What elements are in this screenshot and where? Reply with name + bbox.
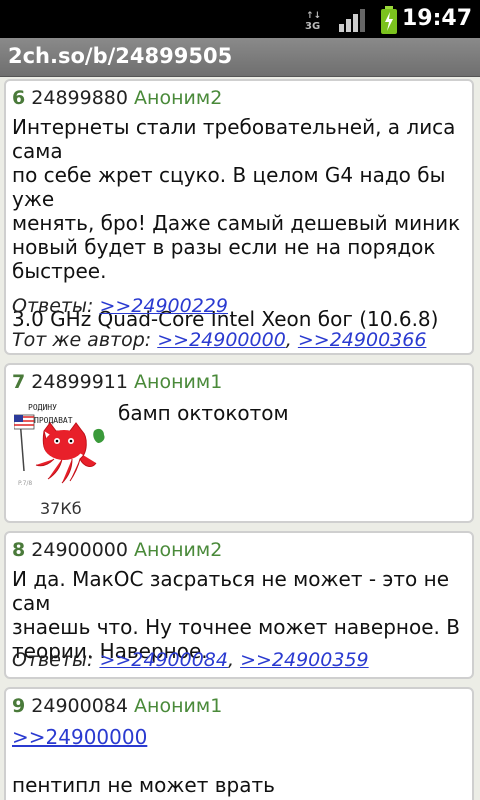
post-id: 24899911 xyxy=(31,371,128,393)
post-body-line: быстрее. xyxy=(12,259,107,283)
post-id: 24899880 xyxy=(31,87,128,109)
post-card[interactable]: 9 24900084 Аноним1 >>24900000 пентипл не… xyxy=(4,687,474,800)
post-author: Аноним2 xyxy=(134,87,223,109)
post-id: 24900000 xyxy=(31,539,128,561)
reply-link[interactable]: >>24900084 xyxy=(99,649,228,671)
post-author: Аноним1 xyxy=(134,371,223,393)
svg-text:↑↓: ↑↓ xyxy=(306,11,321,21)
post-number: 8 xyxy=(12,539,26,561)
network-3g-icon: ↑↓ 3G xyxy=(305,11,321,31)
post-header: 8 24900000 Аноним2 xyxy=(12,539,222,561)
title-bar: 2ch.so/b/24899505 xyxy=(0,38,480,77)
link-separator: , xyxy=(285,329,292,351)
svg-text:РОДИНУ: РОДИНУ xyxy=(28,403,57,412)
post-body-line: по себе жрет сцуко. В целом G4 надо бы у… xyxy=(12,163,446,211)
post-number: 9 xyxy=(12,695,26,717)
post-body-line: менять, бро! Даже самый дешевый миник xyxy=(12,211,461,235)
post-id: 24900084 xyxy=(31,695,128,717)
status-bar: ↑↓ 3G 19:47 xyxy=(0,0,480,38)
replies-label: Ответы: xyxy=(12,295,94,317)
replies-row: Ответы: >>24900229 xyxy=(12,295,228,317)
same-author-row: Тот же автор: >>24900000, >>24900366 xyxy=(12,329,426,351)
post-author: Аноним1 xyxy=(134,695,223,717)
post-body: бамп октокотом xyxy=(118,401,289,425)
svg-text:P.7/8: P.7/8 xyxy=(18,480,32,487)
post-body-line: знаешь что. Ну точнее может наверное. В xyxy=(12,615,460,639)
post-header: 7 24899911 Аноним1 xyxy=(12,371,222,393)
image-size: 37Кб xyxy=(40,499,82,518)
post-author: Аноним2 xyxy=(134,539,223,561)
octocat-thumbnail-image[interactable]: РОДИНУ ПРОДАВАТ P.7/8 xyxy=(14,401,114,491)
post-header: 6 24899880 Аноним2 xyxy=(12,87,222,109)
post-card[interactable]: 6 24899880 Аноним2 Интернеты стали требо… xyxy=(4,79,474,355)
reply-link[interactable]: >>24900359 xyxy=(240,649,369,671)
signal-strength-icon xyxy=(339,9,365,32)
same-author-link[interactable]: >>24900366 xyxy=(298,329,427,351)
battery-charging-icon xyxy=(381,6,397,34)
replies-label: Ответы: xyxy=(12,649,94,671)
reply-link[interactable]: >>24900229 xyxy=(99,295,228,317)
post-card[interactable]: 7 24899911 Аноним1 РОДИНУ ПРОДАВАТ P.7/8… xyxy=(4,363,474,523)
post-number: 7 xyxy=(12,371,26,393)
post-body-line: новый будет в разы если не на порядок xyxy=(12,235,436,259)
replies-row: Ответы: >>24900084, >>24900359 xyxy=(12,649,369,671)
post-number: 6 xyxy=(12,87,26,109)
thread-url-title: 2ch.so/b/24899505 xyxy=(8,44,233,68)
post-card[interactable]: 8 24900000 Аноним2 И да. МакОС засраться… xyxy=(4,531,474,679)
post-body-line: Интернеты стали требовательней, а лиса с… xyxy=(12,115,456,163)
network-label: 3G xyxy=(305,21,320,31)
post-list[interactable]: 6 24899880 Аноним2 Интернеты стали требо… xyxy=(0,77,480,800)
same-author-link[interactable]: >>24900000 xyxy=(157,329,286,351)
svg-text:ПРОДАВАТ: ПРОДАВАТ xyxy=(34,416,73,425)
post-body: >>24900000 пентипл не может врать xyxy=(12,725,467,797)
clock: 19:47 xyxy=(401,6,472,31)
same-author-label: Тот же автор: xyxy=(12,329,152,351)
post-header: 9 24900084 Аноним1 xyxy=(12,695,222,717)
quote-link[interactable]: >>24900000 xyxy=(12,725,147,749)
link-separator: , xyxy=(227,649,235,671)
post-body-blank-line xyxy=(12,749,467,773)
post-body-line: И да. МакОС засраться не может - это не … xyxy=(12,567,450,615)
post-body-line: пентипл не может врать xyxy=(12,773,275,797)
